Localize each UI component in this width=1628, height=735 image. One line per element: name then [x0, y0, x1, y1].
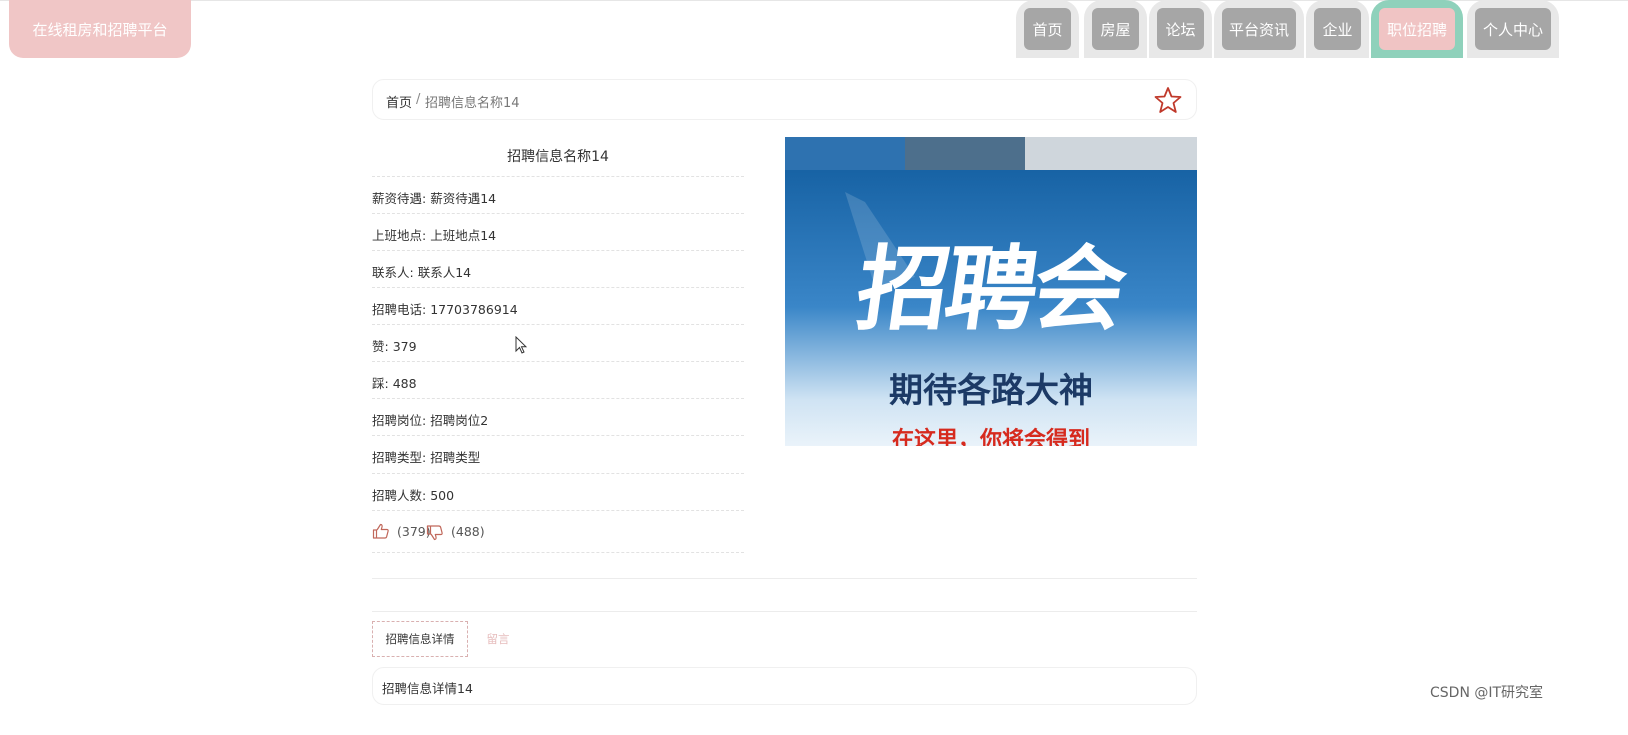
- field-likes: 赞: 379: [372, 324, 744, 361]
- field-label: 薪资待遇: [372, 191, 423, 206]
- field-label: 踩: [372, 376, 385, 391]
- poster-footer: 在这里，你将会得到: [891, 428, 1090, 446]
- nav-jobs-label[interactable]: 职位招聘: [1379, 8, 1455, 50]
- thumbs-down-icon[interactable]: [426, 525, 444, 541]
- nav-news[interactable]: 平台资讯: [1214, 0, 1304, 58]
- tab-job-details[interactable]: 招聘信息详情: [372, 621, 468, 657]
- field-label: 联系人: [372, 265, 410, 280]
- field-label: 招聘类型: [372, 450, 423, 465]
- breadcrumb: 首页 / 招聘信息名称14: [372, 79, 1197, 120]
- field-value: 488: [392, 376, 417, 391]
- field-value: 联系人14: [417, 265, 472, 280]
- poster-headline: 招聘会: [850, 235, 1130, 343]
- breadcrumb-separator: /: [416, 92, 421, 107]
- mouse-cursor-icon: [515, 335, 528, 354]
- job-poster-image: 招聘会 期待各路大神 在这里，你将会得到: [785, 137, 1197, 446]
- field-label: 上班地点: [372, 228, 423, 243]
- tab-messages[interactable]: 留言: [470, 621, 526, 657]
- field-value: 379: [392, 339, 417, 354]
- divider: [372, 578, 1197, 579]
- field-salary: 薪资待遇: 薪资待遇14: [372, 176, 744, 213]
- field-position: 招聘岗位: 招聘岗位2: [372, 398, 744, 435]
- field-label: 招聘人数: [372, 488, 423, 503]
- nav-houses-label[interactable]: 房屋: [1092, 8, 1139, 50]
- field-type: 招聘类型: 招聘类型: [372, 435, 744, 472]
- nav-houses[interactable]: 房屋: [1084, 0, 1147, 58]
- field-headcount: 招聘人数: 500: [372, 473, 744, 510]
- field-label: 赞: [372, 339, 385, 354]
- job-title: 招聘信息名称14: [507, 149, 609, 165]
- nav-profile-label[interactable]: 个人中心: [1475, 8, 1551, 50]
- nav-home[interactable]: 首页: [1016, 0, 1079, 58]
- nav-company[interactable]: 企业: [1306, 0, 1369, 58]
- field-label: 招聘岗位: [372, 413, 423, 428]
- field-contact: 联系人: 联系人14: [372, 250, 744, 287]
- field-value: 17703786914: [430, 302, 518, 317]
- field-location: 上班地点: 上班地点14: [372, 213, 744, 250]
- divider: [372, 611, 1197, 612]
- thumbs-up-icon[interactable]: [372, 523, 390, 539]
- dislike-count: (488): [451, 524, 485, 539]
- site-logo[interactable]: 在线租房和招聘平台: [9, 0, 191, 58]
- field-phone: 招聘电话: 17703786914: [372, 287, 744, 324]
- field-value: 薪资待遇14: [430, 191, 497, 206]
- field-value: 招聘类型: [430, 450, 481, 465]
- nav-profile[interactable]: 个人中心: [1467, 0, 1559, 58]
- field-value: 500: [430, 488, 455, 503]
- nav-forum-label[interactable]: 论坛: [1157, 8, 1204, 50]
- star-outline-icon[interactable]: [1153, 85, 1183, 115]
- nav-jobs[interactable]: 职位招聘: [1371, 0, 1463, 58]
- breadcrumb-home[interactable]: 首页: [386, 92, 412, 111]
- breadcrumb-current: 招聘信息名称14: [425, 96, 520, 111]
- watermark: CSDN @IT研究室: [1430, 685, 1544, 701]
- field-label: 招聘电话: [372, 302, 423, 317]
- field-value: 招聘岗位2: [430, 413, 489, 428]
- poster-subline: 期待各路大神: [889, 371, 1093, 411]
- tab-content: 招聘信息详情14: [372, 667, 1197, 705]
- nav-company-label[interactable]: 企业: [1314, 8, 1361, 50]
- nav-home-label[interactable]: 首页: [1024, 8, 1071, 50]
- nav-forum[interactable]: 论坛: [1149, 0, 1212, 58]
- nav-news-label[interactable]: 平台资讯: [1222, 8, 1296, 50]
- field-value: 上班地点14: [430, 228, 497, 243]
- field-dislikes: 踩: 488: [372, 361, 744, 398]
